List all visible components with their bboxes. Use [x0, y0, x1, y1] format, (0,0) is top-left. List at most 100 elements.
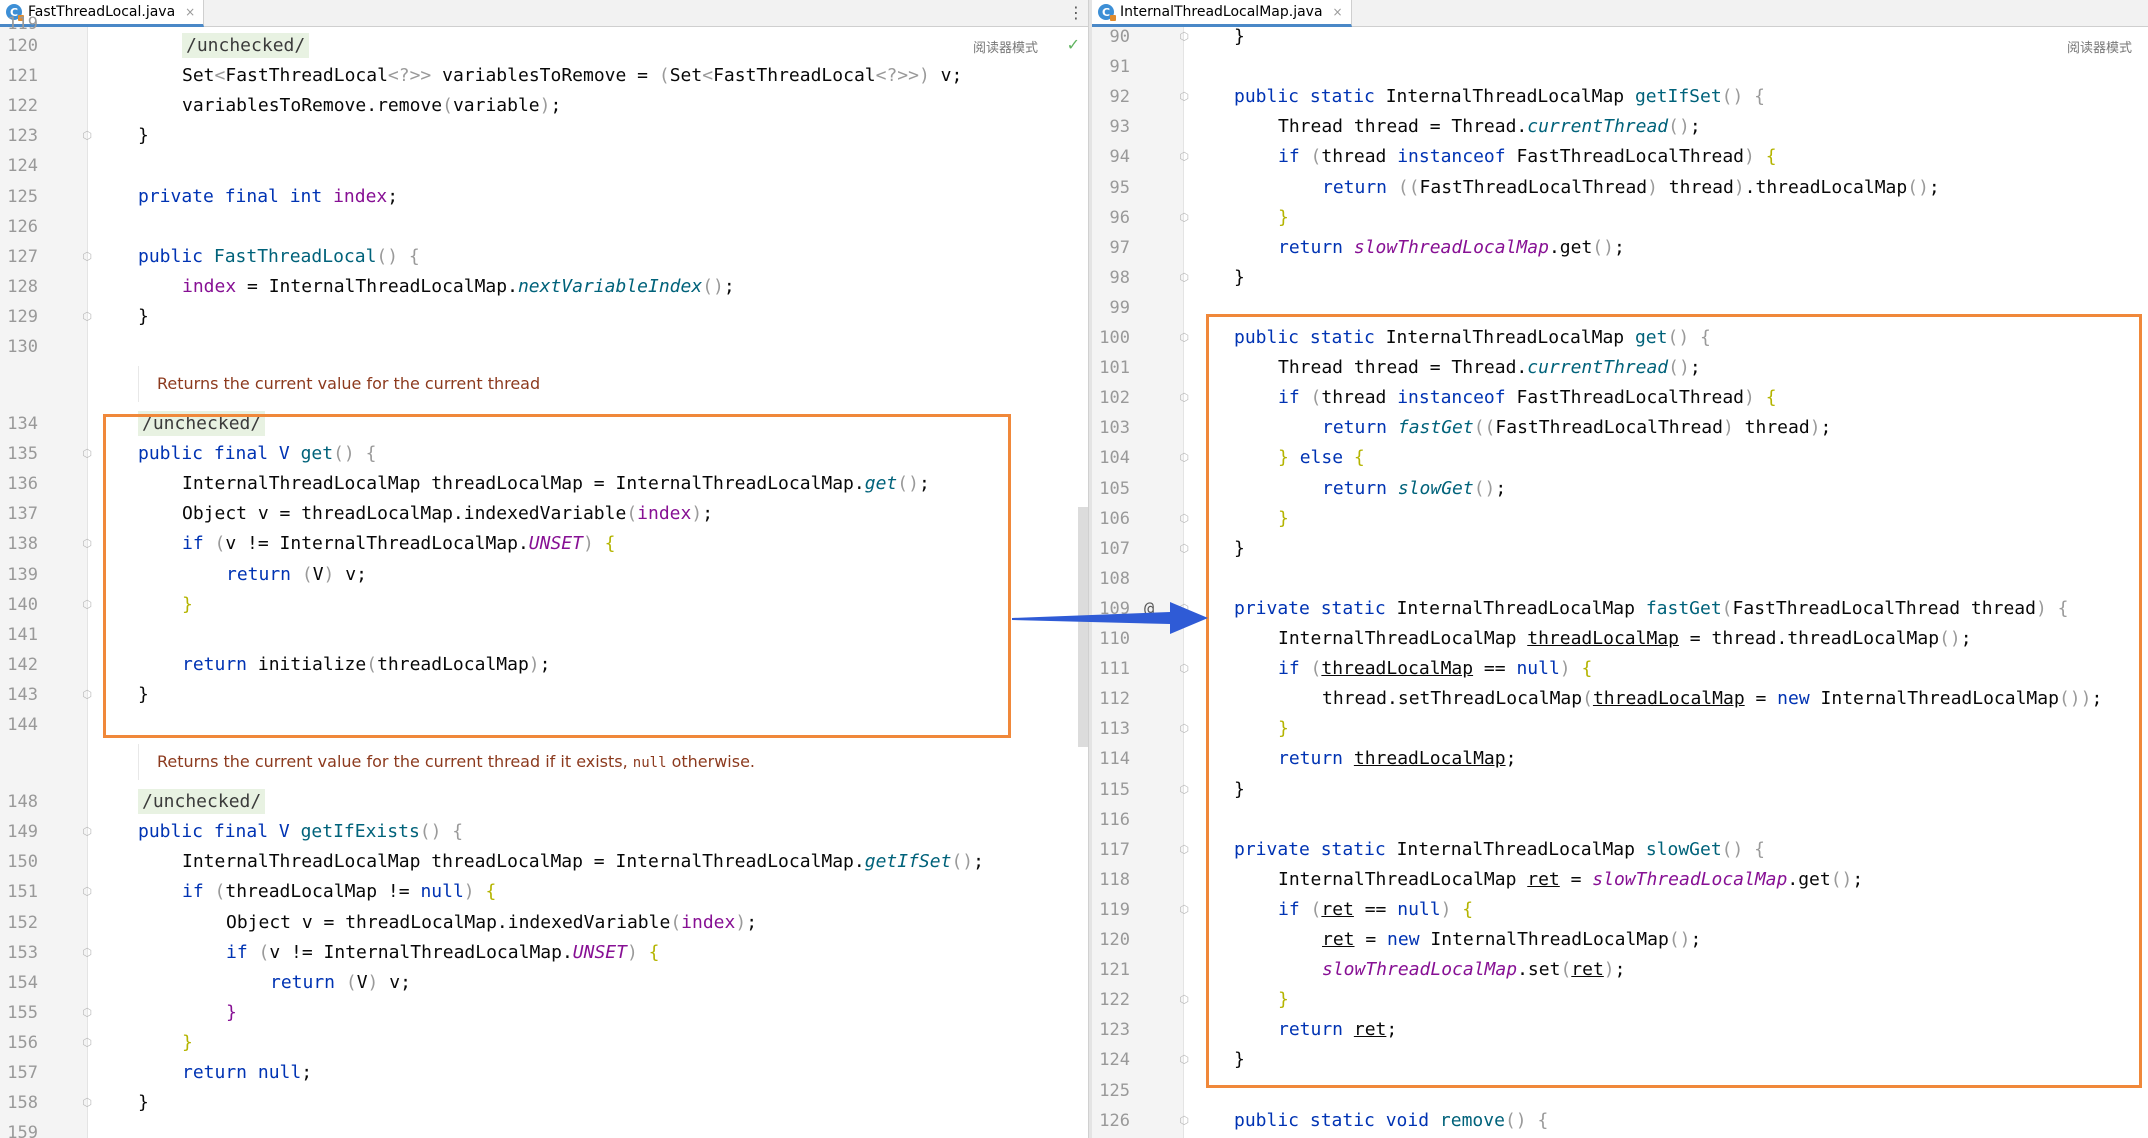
fold-marker-icon[interactable]: ⬡ [1177, 783, 1191, 797]
code-line: 105 return slowGet(); [1092, 474, 2148, 504]
code-token: ) [1440, 898, 1463, 920]
code-token: return [270, 971, 346, 993]
fold-marker-icon[interactable]: ⬡ [1177, 903, 1191, 917]
fold-marker-icon[interactable]: ⬡ [80, 310, 94, 324]
reader-mode-button[interactable]: 阅读器模式 [2067, 37, 2132, 56]
code-token: index [637, 503, 692, 525]
line-number: 122 [7, 96, 38, 117]
code-token: instanceof [1397, 146, 1517, 168]
code-token: V [312, 563, 324, 585]
fold-marker-icon[interactable]: ⬡ [80, 885, 94, 899]
code-token: ) [1744, 387, 1766, 409]
code-token: slowGet [1397, 477, 1474, 499]
line-number: 105 [1099, 478, 1130, 499]
fold-marker-icon[interactable]: ⬡ [80, 688, 94, 702]
fold-marker-icon[interactable]: ⬡ [80, 598, 94, 612]
code-line: 129 ⬡} [0, 302, 1088, 332]
code-token: Thread thread = Thread. [1278, 357, 1528, 379]
code-text: return fastGet((FastThreadLocalThread) t… [1322, 413, 1831, 443]
code-text: ret = new InternalThreadLocalMap(); [1322, 925, 1701, 955]
fold-marker-icon[interactable]: ⬡ [1177, 90, 1191, 104]
java-class-icon: C [1098, 4, 1116, 21]
line-number: 130 [7, 337, 38, 357]
code-token: ret [1353, 1019, 1387, 1041]
code-token: () { [376, 245, 420, 267]
code-token: return [1322, 176, 1398, 198]
code-token: (( [1473, 417, 1496, 439]
fold-marker-icon[interactable]: ⬡ [80, 1096, 94, 1110]
fold-marker-icon[interactable]: ⬡ [80, 946, 94, 960]
code-token: .threadLocalMap [1744, 176, 1908, 198]
code-text: } [182, 590, 193, 620]
code-token: () { [1721, 838, 1766, 860]
fold-marker-icon[interactable]: ⬡ [80, 1006, 94, 1020]
code-line: 144 [0, 710, 1088, 740]
line-number: 148 [7, 792, 38, 813]
right-code-editor[interactable]: 90 ⬡} 91 92 ⬡ public static InternalThreadLoc… [1092, 26, 2148, 1138]
code-text: return slowGet(); [1322, 474, 1506, 504]
line-number: 112 [1099, 689, 1130, 710]
code-line: 156 ⬡} [0, 1028, 1088, 1058]
close-icon[interactable]: × [1333, 5, 1343, 19]
code-token: ( [345, 971, 357, 993]
reader-mode-button[interactable]: 阅读器模式 [973, 37, 1038, 56]
code-token: if [226, 941, 259, 963]
code-line: 125 [1092, 1076, 2148, 1106]
code-token: ; [1690, 929, 1702, 950]
line-number: 125 [1099, 1080, 1130, 1101]
code-token: ( [258, 941, 270, 963]
code-token: = [1744, 688, 1778, 710]
code-token: InternalThreadLocalMap [1820, 688, 2059, 710]
left-code-editor[interactable]: 119 120/unchecked/121 Set<FastThreadLocal… [0, 14, 1088, 1138]
code-token: ) [463, 881, 486, 903]
line-number: 152 [7, 912, 38, 933]
doc-comment-text: Returns the current value for the curren… [157, 374, 541, 394]
code-token: ( [1310, 898, 1322, 920]
fold-marker-icon[interactable]: ⬡ [80, 129, 94, 143]
code-token: return [1322, 417, 1398, 439]
fold-marker-icon[interactable]: ⬡ [1177, 542, 1191, 556]
code-token: Set [182, 65, 215, 87]
code-token: } [1278, 206, 1289, 228]
code-token: ; [387, 185, 399, 207]
fold-marker-icon[interactable]: ⬡ [1177, 331, 1191, 345]
code-token: InternalThreadLocalMap [1396, 597, 1646, 619]
fold-marker-icon[interactable]: ⬡ [1177, 662, 1191, 676]
fold-marker-icon[interactable]: ⬡ [1177, 391, 1191, 405]
code-text: Set<FastThreadLocal<?>> variablesToRemov… [182, 61, 962, 91]
fold-marker-icon[interactable]: ⬡ [1177, 271, 1191, 285]
line-number: 154 [7, 972, 38, 993]
code-line: 104 ⬡} else { [1092, 443, 2148, 473]
fold-marker-icon[interactable]: ⬡ [1177, 451, 1191, 465]
code-token: /unchecked/ [138, 789, 266, 815]
fold-marker-icon[interactable]: ⬡ [1177, 30, 1191, 44]
code-token: FastThreadLocalThread [1516, 387, 1745, 409]
fold-marker-icon[interactable]: ⬡ [80, 250, 94, 264]
fold-marker-icon[interactable]: ⬡ [1177, 1114, 1191, 1128]
code-token: threadLocalMap [1353, 748, 1506, 770]
line-number: 97 [1109, 237, 1130, 258]
fold-marker-icon[interactable]: ⬡ [1177, 722, 1191, 736]
code-token: = thread.threadLocalMap [1678, 628, 1940, 649]
code-line: 112 thread.setThreadLocalMap(threadLocalM… [1092, 684, 2148, 714]
code-token: ; [1820, 417, 1832, 439]
fold-marker-icon[interactable]: ⬡ [80, 447, 94, 461]
code-token: () [1592, 236, 1614, 258]
fold-marker-icon[interactable]: ⬡ [1177, 512, 1191, 526]
fold-marker-icon[interactable]: ⬡ [1177, 993, 1191, 1007]
fold-marker-icon[interactable]: ⬡ [80, 537, 94, 551]
fold-marker-icon[interactable]: ⬡ [1177, 843, 1191, 857]
line-number: 115 [1099, 779, 1130, 800]
code-token: public static [1234, 86, 1386, 108]
code-line: 153 ⬡ if (v != InternalThreadLocalMap.UNSE… [0, 938, 1088, 968]
doc-comment: Returns the current value for the curren… [138, 744, 755, 781]
fold-marker-icon[interactable]: ⬡ [80, 825, 94, 839]
code-text: thread.setThreadLocalMap(threadLocalMap … [1322, 684, 2102, 714]
line-number: 114 [1099, 749, 1130, 770]
code-line: 138 ⬡ if (v != InternalThreadLocalMap.UNSE… [0, 529, 1088, 559]
fold-marker-icon[interactable]: ⬡ [80, 1036, 94, 1050]
fold-marker-icon[interactable]: ⬡ [1177, 150, 1191, 164]
fold-marker-icon[interactable]: ⬡ [1177, 211, 1191, 225]
fold-marker-icon[interactable]: ⬡ [1177, 1053, 1191, 1067]
line-number: 123 [1099, 1020, 1130, 1041]
